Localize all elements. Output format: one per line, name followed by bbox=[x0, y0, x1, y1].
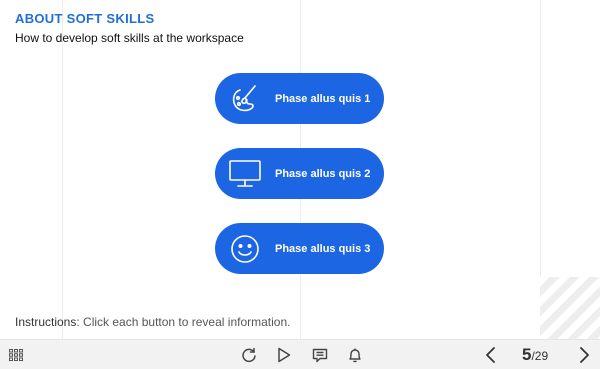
phase-button-2[interactable]: Phase allus quis 2 bbox=[215, 148, 384, 199]
next-arrow-icon[interactable] bbox=[575, 340, 595, 369]
menu-grid-icon[interactable] bbox=[5, 340, 27, 369]
phase-button-label: Phase allus quis 3 bbox=[275, 242, 371, 255]
paintbrush-icon bbox=[215, 73, 275, 124]
instructions-prefix: Instructions bbox=[15, 315, 77, 329]
page-title: ABOUT SOFT SKILLS bbox=[15, 11, 155, 26]
player-toolbar: 5 /29 bbox=[0, 339, 600, 369]
phase-button-label: Phase allus quis 1 bbox=[275, 92, 371, 105]
instructions-text: Instructions: Click each button to revea… bbox=[15, 315, 290, 329]
prev-arrow-icon[interactable] bbox=[480, 340, 500, 369]
phase-button-1[interactable]: Phase allus quis 1 bbox=[215, 73, 384, 124]
bell-icon[interactable] bbox=[344, 340, 366, 369]
current-page: 5 bbox=[522, 345, 532, 364]
page-subtitle: How to develop soft skills at the worksp… bbox=[15, 31, 244, 45]
guide-line bbox=[62, 0, 63, 339]
slide-canvas: ABOUT SOFT SKILLS How to develop soft sk… bbox=[0, 0, 600, 339]
play-icon[interactable] bbox=[273, 340, 295, 369]
monitor-icon bbox=[215, 148, 275, 199]
smiley-icon bbox=[215, 223, 275, 274]
total-pages: /29 bbox=[531, 349, 549, 363]
replay-icon[interactable] bbox=[238, 340, 260, 369]
instructions-body: : Click each button to reveal informatio… bbox=[76, 315, 291, 329]
notes-icon[interactable] bbox=[309, 340, 331, 369]
phase-button-3[interactable]: Phase allus quis 3 bbox=[215, 223, 384, 274]
phase-button-label: Phase allus quis 2 bbox=[275, 167, 371, 180]
page-counter: 5 /29 bbox=[522, 345, 548, 365]
decorative-stripes bbox=[540, 277, 600, 339]
